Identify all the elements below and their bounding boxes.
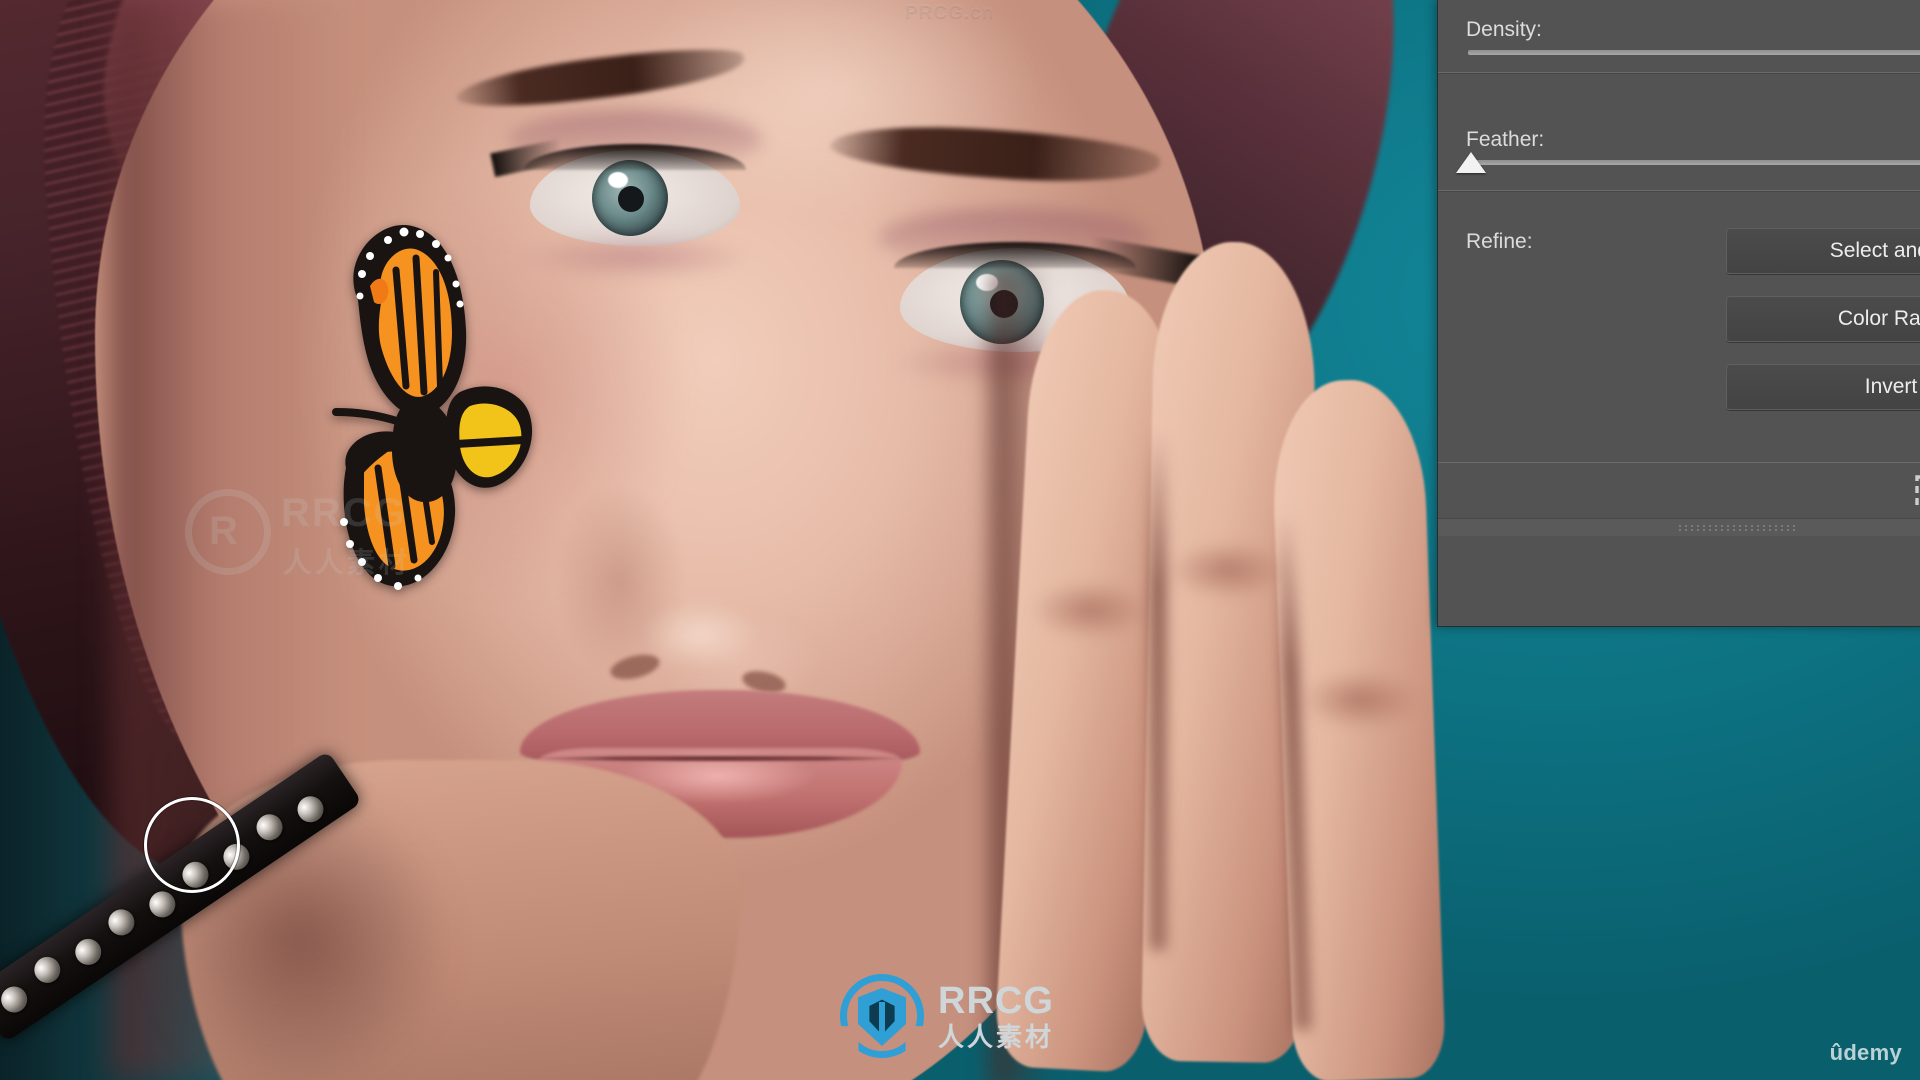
pupil-left — [618, 186, 644, 212]
panel-resize-grip[interactable] — [1438, 518, 1920, 536]
invert-button[interactable]: Invert — [1726, 364, 1920, 410]
select-and-mask-button[interactable]: Select and M — [1726, 228, 1920, 274]
hand — [990, 240, 1447, 1080]
knuckle — [1030, 580, 1150, 640]
panel-divider — [1438, 72, 1920, 73]
lip-line — [530, 756, 910, 761]
knuckle — [1168, 540, 1288, 600]
catchlight-left — [608, 172, 628, 188]
feather-slider-track[interactable] — [1468, 160, 1920, 165]
screenshot-root: PRCG.cn R RRCG 人人素材 RRCG 人人素材 ûdemy Dens… — [0, 0, 1920, 1080]
brush-cursor — [144, 797, 240, 893]
load-selection-from-mask-icon[interactable] — [1914, 474, 1920, 508]
panel-divider — [1438, 190, 1920, 191]
rrcg-logo-cn: 人人素材 — [938, 1022, 1055, 1052]
feather-slider-thumb[interactable] — [1456, 152, 1486, 173]
watermark-left-cn: 人人素材 — [283, 547, 412, 578]
rrcg-badge-icon — [840, 974, 924, 1058]
properties-panel-footer — [1438, 462, 1920, 518]
watermark-top: PRCG.cn — [905, 2, 995, 23]
refine-label: Refine: — [1466, 230, 1533, 253]
watermark-left-logo: R RRCG 人人素材 — [185, 485, 485, 595]
eye-left — [490, 110, 762, 280]
udemy-watermark: ûdemy — [1829, 1040, 1902, 1065]
grip-dots-icon — [1677, 523, 1797, 532]
properties-panel-body: Density: 1 Feather: 0 Refine: Select and… — [1438, 0, 1920, 536]
density-slider-track[interactable] — [1468, 50, 1920, 55]
color-range-button[interactable]: Color Rang — [1726, 296, 1920, 342]
rrcg-logo: RRCG 人人素材 — [840, 970, 1100, 1062]
nose — [560, 430, 860, 720]
properties-panel[interactable]: Density: 1 Feather: 0 Refine: Select and… — [1437, 0, 1920, 627]
finger-separation — [1150, 430, 1166, 950]
watermark-monogram: R — [209, 509, 238, 553]
rrcg-logo-en: RRCG — [938, 980, 1054, 1022]
density-label: Density: — [1466, 18, 1542, 41]
feather-label: Feather: — [1466, 128, 1545, 151]
knuckle — [1300, 670, 1420, 730]
watermark-left-en: RRCG — [281, 491, 407, 535]
